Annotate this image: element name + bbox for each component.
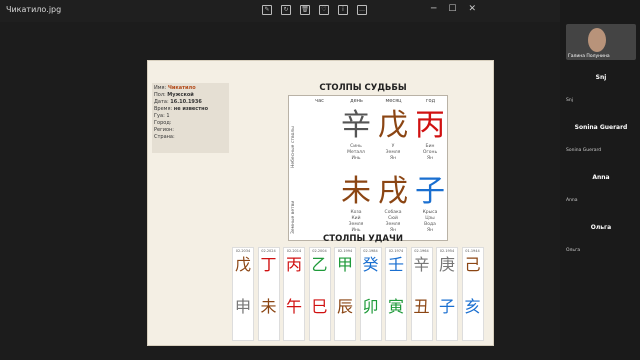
participant-name: Snj (595, 74, 607, 81)
participant-label: Sonina Guerard (566, 148, 602, 153)
pillar-header: год (425, 98, 436, 104)
person-name: Чикатило (167, 85, 196, 91)
image-viewer: Имя: Чикатило Пол: Мужской Дата: 16.10.1… (0, 22, 560, 360)
luck-branch: 丑 (413, 297, 430, 316)
participant-video: Галина Полунина (566, 24, 636, 60)
luck-stem: 癸 (362, 255, 379, 274)
luck-stem: 戊 (234, 255, 251, 274)
participant-label: Snj (566, 98, 573, 103)
luck-branch: 辰 (336, 297, 353, 316)
participant-name: Sonina Guerard (574, 124, 628, 131)
luck-date: 02.1974 (388, 249, 404, 253)
pillar-character: 未 (341, 174, 371, 209)
luck-date: 01.1944 (465, 249, 480, 253)
pillar-description: У Земля Ян (385, 144, 401, 161)
pillar-description: Коза Кий Земля Инь (348, 210, 364, 233)
row-label: Земные ветви (291, 200, 296, 234)
pillar-description: Синь Металл Инь (347, 144, 365, 161)
luck-date: 02.1984 (363, 249, 378, 253)
pillar-character: 子 (415, 174, 445, 209)
luck-pillar: 02.1994 甲辰 (334, 247, 356, 341)
luck-date: 02.2034 (235, 249, 251, 253)
info-icon[interactable]: i (338, 5, 348, 15)
luck-date: 02.2014 (286, 249, 302, 253)
pillars-title: СТОЛПЫ СУДЬБЫ (319, 83, 407, 93)
luck-pillar: 02.2034 戊申 (232, 247, 254, 341)
pillar-character: 辛 (341, 108, 371, 143)
participant-tile[interactable]: Ольга Ольга (566, 210, 636, 256)
pillar-header: месяц (385, 98, 402, 104)
luck-stem: 庚 (438, 255, 455, 274)
luck-branch: 子 (438, 297, 455, 316)
luck-stem: 丁 (260, 255, 277, 274)
participant-name: Ольга (590, 224, 612, 231)
luck-date: 02.1954 (439, 249, 455, 253)
pillar-character: 戌 (378, 174, 408, 209)
participant-tile[interactable]: Anna Anna (566, 160, 636, 206)
luck-branch: 寅 (387, 297, 404, 316)
pillar-description: Бин Огонь Ян (422, 144, 438, 161)
luck-pillar: 02.2014 丙午 (283, 247, 305, 341)
luck-stem: 己 (464, 255, 481, 274)
luck-pillar: 02.1984 癸卯 (359, 247, 382, 341)
luck-pillar: 02.1964 辛丑 (410, 247, 433, 341)
luck-branch: 亥 (464, 297, 481, 316)
luck-stem: 壬 (387, 255, 404, 274)
pillars-grid: час день месяц год Небесные стволы Земные вет… (288, 95, 448, 241)
luck-pillar: 02.1974 壬寅 (385, 247, 407, 341)
window-title: Чикатило.jpg (6, 5, 62, 14)
luck-date: 02.1964 (414, 249, 429, 253)
edit-icon[interactable]: ✎ (262, 5, 272, 15)
participant-tile[interactable]: Sonina Guerard Sonina Guerard (566, 110, 636, 156)
participant-label: Ольга (566, 248, 581, 253)
luck-branch: 未 (260, 297, 277, 316)
participant-name: Anna (592, 174, 610, 181)
pillar-description: Собака Сюй Земля Ян (384, 210, 402, 233)
pillar-character: 戊 (378, 108, 408, 143)
luck-stem: 甲 (336, 255, 353, 274)
pillar-description: Крыса Цзы Вода Ян (422, 210, 438, 233)
luck-branch: 卯 (362, 297, 379, 316)
favorite-icon[interactable]: ♡ (319, 5, 329, 15)
participant-label: Anna (566, 198, 578, 203)
minimize-icon[interactable]: ─ (431, 4, 436, 14)
maximize-icon[interactable]: ☐ (448, 4, 456, 14)
participant-face (588, 28, 606, 52)
toolbar: ✎ ↻ 🗑 ♡ i … (262, 5, 367, 15)
luck-pillar: 02.2024 丁未 (257, 247, 280, 341)
info-panel: Имя: Чикатило Пол: Мужской Дата: 16.10.1… (152, 83, 229, 153)
luck-date: 02.1994 (337, 249, 353, 253)
close-icon[interactable]: ✕ (468, 4, 476, 14)
luck-title: СТОЛПЫ УДАЧИ (323, 234, 403, 244)
luck-pillar: 02.2004 乙巳 (308, 247, 331, 341)
window-controls: ─ ☐ ✕ (431, 4, 476, 14)
luck-stem: 辛 (413, 255, 430, 274)
delete-icon[interactable]: 🗑 (300, 5, 310, 15)
luck-pillar: 01.1944 己亥 (461, 247, 484, 341)
participants-panel: Галина Полунина Snj Snj Sonina Guerard Soni… (560, 0, 640, 360)
luck-stem: 丙 (285, 255, 302, 274)
rotate-icon[interactable]: ↻ (281, 5, 291, 15)
pillar-character: 丙 (415, 108, 445, 143)
luck-branch: 午 (285, 297, 302, 316)
pillar-header: час (315, 98, 324, 104)
luck-date: 02.2004 (312, 249, 327, 253)
luck-pillar: 02.1954 庚子 (436, 247, 458, 341)
luck-grid: 02.2034 戊申 02.2024 丁未 02.2014 丙午 02.2004 乙巳 02.1… (232, 247, 490, 341)
participant-tile[interactable]: Snj Snj (566, 60, 636, 106)
participant-name: Галина Полунина (568, 54, 610, 59)
bazi-chart: Имя: Чикатило Пол: Мужской Дата: 16.10.1… (147, 60, 494, 346)
luck-stem: 乙 (311, 255, 328, 274)
luck-branch: 申 (234, 297, 251, 316)
title-bar: Чикатило.jpg ✎ ↻ 🗑 ♡ i … ─ ☐ ✕ (0, 0, 560, 22)
row-label: Небесные стволы (291, 126, 296, 168)
pillar-header: день (350, 98, 363, 104)
more-icon[interactable]: … (357, 5, 367, 15)
luck-date: 02.2024 (261, 249, 276, 253)
luck-branch: 巳 (311, 297, 328, 316)
